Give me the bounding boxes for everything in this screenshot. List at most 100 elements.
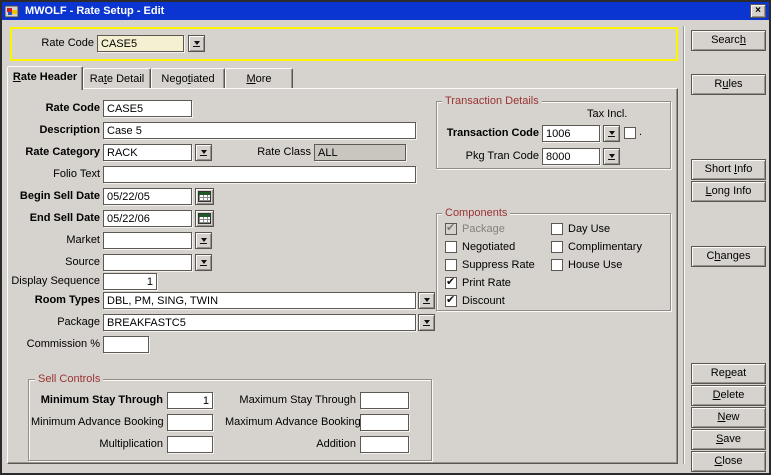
tab-label-post: e Detail [107, 73, 144, 85]
addition-label: Addition [225, 436, 356, 453]
rules-button[interactable]: Rules [691, 74, 766, 95]
repeat-button[interactable]: Repeat [691, 363, 766, 384]
pkg-tran-code-input[interactable] [542, 148, 600, 165]
delete-button[interactable]: Delete [691, 385, 766, 406]
min-stay-label: Minimum Stay Through [31, 392, 163, 409]
room-types-input[interactable] [103, 292, 416, 309]
new-button[interactable]: New [691, 407, 766, 428]
rate-category-input[interactable] [103, 144, 192, 161]
pkg-tran-code-lov-button[interactable] [603, 148, 620, 165]
market-input[interactable] [103, 232, 192, 249]
tab-more[interactable]: More [225, 68, 293, 89]
save-button[interactable]: Save [691, 429, 766, 450]
multiplication-label: Multiplication [31, 436, 163, 453]
long-info-button[interactable]: Long Info [691, 181, 766, 202]
rate-code-lov-button[interactable] [188, 35, 205, 52]
rate-class-field [314, 144, 406, 161]
rate-category-label: Rate Category [8, 144, 100, 161]
button-label-pre: Short [705, 163, 734, 175]
package-input[interactable] [103, 314, 416, 331]
button-label-key: h [740, 34, 746, 46]
rate-code-query-input[interactable] [97, 35, 184, 52]
transaction-code-input[interactable] [542, 125, 600, 142]
lov-arrow-icon [609, 131, 615, 135]
day-use-checkbox[interactable] [551, 223, 563, 235]
source-lov-button[interactable] [195, 254, 212, 271]
house-use-checkbox-label: House Use [568, 258, 622, 272]
display-sequence-input[interactable] [103, 273, 157, 290]
commission-input[interactable] [103, 336, 149, 353]
tab-label-pre: Ra [90, 73, 104, 85]
suppress-rate-checkbox-label: Suppress Rate [462, 258, 535, 272]
day-use-checkbox-label: Day Use [568, 222, 610, 236]
addition-input[interactable] [360, 436, 409, 453]
short-info-button[interactable]: Short Info [691, 159, 766, 180]
min-adv-booking-input[interactable] [167, 414, 213, 431]
tab-negotiated[interactable]: Negotiated [151, 68, 225, 89]
tax-incl-checkbox[interactable] [624, 127, 636, 139]
max-stay-input[interactable] [360, 392, 409, 409]
tax-incl-period: . [639, 126, 642, 138]
end-sell-date-input[interactable] [103, 210, 192, 227]
discount-checkbox[interactable] [445, 295, 457, 307]
negotiated-checkbox-label: Negotiated [462, 240, 515, 254]
commission-label: Commission % [8, 336, 100, 353]
begin-sell-date-input[interactable] [103, 188, 192, 205]
button-label-post: ong Info [712, 185, 752, 197]
components-group: Components Package Negotiated Suppress R… [436, 213, 671, 311]
folio-text-input[interactable] [103, 166, 416, 183]
display-sequence-label: Display Sequence [8, 273, 100, 290]
description-input[interactable] [103, 122, 416, 139]
sell-controls-group: Sell Controls Minimum Stay Through Maxim… [28, 379, 432, 461]
multiplication-input[interactable] [167, 436, 213, 453]
print-rate-checkbox[interactable] [445, 277, 457, 289]
tab-rate-detail[interactable]: Rate Detail [83, 68, 151, 89]
title-bar[interactable]: MWOLF - Rate Setup - Edit × [2, 2, 769, 20]
begin-sell-date-calendar-button[interactable] [195, 188, 214, 205]
min-stay-input[interactable] [167, 392, 213, 409]
lov-arrow-icon [194, 41, 200, 45]
rate-code-input[interactable] [103, 100, 192, 117]
max-stay-label: Maximum Stay Through [225, 392, 356, 409]
tab-label-post: ate Header [21, 71, 77, 83]
market-label: Market [8, 232, 100, 249]
transaction-code-lov-button[interactable] [603, 125, 620, 142]
window-close-button[interactable]: × [750, 4, 766, 18]
rate-code-query-panel: Rate Code [10, 27, 678, 61]
folio-text-label: Folio Text [8, 166, 100, 183]
changes-button[interactable]: Changes [691, 246, 766, 267]
rate-setup-window: MWOLF - Rate Setup - Edit × Rate Code Ra… [0, 0, 771, 475]
suppress-rate-checkbox[interactable] [445, 259, 457, 271]
button-label-post: ew [725, 411, 739, 423]
end-sell-date-label: End Sell Date [8, 210, 100, 227]
package-lov-button[interactable] [418, 314, 435, 331]
complimentary-checkbox[interactable] [551, 241, 563, 253]
end-sell-date-calendar-button[interactable] [195, 210, 214, 227]
market-lov-button[interactable] [195, 232, 212, 249]
tab-label-key: M [246, 73, 255, 85]
lov-arrow-icon [201, 238, 207, 242]
search-button[interactable]: Search [691, 30, 766, 51]
tab-label-post: ore [256, 73, 272, 85]
room-types-lov-button[interactable] [418, 292, 435, 309]
close-button[interactable]: Close [691, 451, 766, 472]
tab-rate-header[interactable]: Rate Header [7, 66, 83, 90]
rate-header-page: Rate Code Description Rate Category Rate… [7, 88, 678, 464]
window-title: MWOLF - Rate Setup - Edit [25, 5, 164, 17]
source-input[interactable] [103, 254, 192, 271]
panel-separator [683, 26, 684, 464]
button-label-post: eat [731, 367, 746, 379]
button-label-post: les [729, 78, 743, 90]
button-label-post: ave [723, 433, 741, 445]
max-adv-booking-input[interactable] [360, 414, 409, 431]
tab-label-pre: Nego [161, 73, 187, 85]
transaction-code-label: Transaction Code [439, 125, 539, 142]
calendar-icon [198, 191, 211, 202]
house-use-checkbox[interactable] [551, 259, 563, 271]
transaction-details-group: Transaction Details Tax Incl. Transactio… [436, 101, 671, 169]
source-label: Source [8, 254, 100, 271]
negotiated-checkbox[interactable] [445, 241, 457, 253]
lov-bar-icon [608, 136, 615, 137]
package-label: Package [8, 314, 100, 331]
rate-code-label: Rate Code [8, 100, 100, 117]
